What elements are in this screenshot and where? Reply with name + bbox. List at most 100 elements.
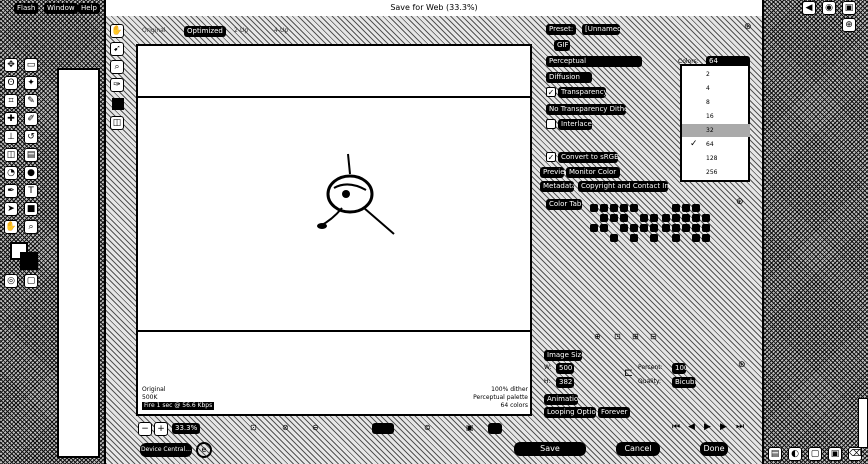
color-swatch[interactable]: [682, 224, 690, 232]
convert-srgb-checkbox[interactable]: ✓: [546, 152, 556, 162]
brush-tool-icon[interactable]: ✐: [24, 112, 38, 126]
play-icon[interactable]: ▶: [704, 422, 711, 432]
color-swatch[interactable]: [630, 224, 638, 232]
color-swatch[interactable]: [692, 204, 700, 212]
menu-flash[interactable]: Flash: [14, 3, 39, 14]
zoom-level[interactable]: 33.3%: [172, 423, 201, 434]
path-select-icon[interactable]: ➤: [4, 202, 18, 216]
color-swatch[interactable]: [590, 224, 598, 232]
slice-tool-icon[interactable]: ✎: [24, 94, 38, 108]
panel-icon-3[interactable]: ▣: [842, 1, 856, 15]
screen-mode-icon[interactable]: ▢: [24, 274, 38, 288]
interlaced-checkbox[interactable]: [546, 119, 556, 129]
crop-tool-icon[interactable]: ⌗: [4, 94, 18, 108]
preset-select[interactable]: [Unnamed]: [582, 24, 620, 35]
colors-option[interactable]: 256: [682, 166, 750, 179]
quality-select[interactable]: Bicubic: [672, 377, 696, 388]
last-frame-icon[interactable]: ⏭: [736, 422, 744, 432]
color-swatch[interactable]: [630, 204, 638, 212]
height-field[interactable]: 382: [556, 377, 574, 388]
color-swatch[interactable]: [650, 234, 658, 242]
color-swatch[interactable]: [672, 204, 680, 212]
shape-tool-icon[interactable]: ■: [24, 202, 38, 216]
web-shift-icon[interactable]: ⊕: [594, 332, 601, 341]
color-swatch[interactable]: [600, 224, 608, 232]
color-swatch[interactable]: [682, 214, 690, 222]
background-color-swatch[interactable]: [20, 252, 38, 270]
blur-tool-icon[interactable]: ◔: [4, 166, 18, 180]
stamp-tool-icon[interactable]: ⊥: [4, 130, 18, 144]
zoom-tool-icon[interactable]: ⌕: [24, 220, 38, 234]
panel-icon-2[interactable]: ◉: [822, 1, 836, 15]
color-swatch[interactable]: [610, 234, 618, 242]
tab-2up[interactable]: 2-Up: [234, 27, 248, 34]
preview-select[interactable]: Monitor Color: [566, 167, 620, 178]
zoom-icon[interactable]: ⌕: [110, 60, 124, 74]
color-swatch[interactable]: [662, 224, 670, 232]
type-tool-icon[interactable]: T: [24, 184, 38, 198]
color-swatch[interactable]: [620, 214, 628, 222]
next-frame-icon[interactable]: ▶: [720, 422, 727, 432]
colors-option[interactable]: 8: [682, 96, 750, 109]
preview-canvas[interactable]: Original 500K Fire 1 sec @ 56.6 Kbps 100…: [136, 44, 532, 416]
image-size-tab[interactable]: Image Size: [544, 350, 582, 361]
delete-color-icon[interactable]: ⊟: [650, 332, 657, 341]
constrain-link-icon[interactable]: ⊏: [624, 366, 633, 379]
format-select[interactable]: GIF: [554, 40, 570, 51]
slice-select-icon[interactable]: ➹: [110, 42, 124, 56]
colors-option[interactable]: 4: [682, 82, 750, 95]
move-tool-icon[interactable]: ✥: [4, 58, 18, 72]
layer-icon-2[interactable]: ◐: [788, 447, 802, 461]
color-swatch[interactable]: [672, 234, 680, 242]
dodge-tool-icon[interactable]: ●: [24, 166, 38, 180]
history-brush-icon[interactable]: ↺: [24, 130, 38, 144]
color-swatch[interactable]: [640, 214, 648, 222]
layer-icon-1[interactable]: ▤: [768, 447, 782, 461]
panel-icon-4[interactable]: ⊕: [842, 18, 856, 32]
hand-tool-icon[interactable]: ✋: [4, 220, 18, 234]
color-swatch[interactable]: [702, 234, 710, 242]
color-swatch[interactable]: [650, 214, 658, 222]
color-swatch[interactable]: [640, 224, 648, 232]
pen-tool-icon[interactable]: ✒: [4, 184, 18, 198]
matte-select[interactable]: No Transparency Dither: [546, 104, 626, 115]
layer-icon-3[interactable]: ▢: [808, 447, 822, 461]
color-swatch[interactable]: [682, 204, 690, 212]
hand-icon[interactable]: ✋: [110, 24, 124, 38]
color-swatch[interactable]: [672, 214, 680, 222]
color-table-tab[interactable]: Color Table: [546, 199, 582, 210]
tab-4up[interactable]: 4-Up: [274, 27, 288, 34]
trash-icon[interactable]: ⌫: [848, 447, 862, 461]
colors-option-selected[interactable]: ✓ 64: [682, 138, 750, 151]
browser-preview-icon[interactable]: e: [196, 442, 212, 458]
first-frame-icon[interactable]: ⏮: [672, 422, 680, 432]
save-button[interactable]: Save: [514, 442, 586, 456]
panel-icon-1[interactable]: ◀: [802, 1, 816, 15]
dither-select[interactable]: Diffusion: [546, 72, 592, 83]
quick-mask-icon[interactable]: ◎: [4, 274, 18, 288]
color-swatch[interactable]: [600, 214, 608, 222]
reduction-select[interactable]: Perceptual: [546, 56, 642, 67]
gradient-tool-icon[interactable]: ▤: [24, 148, 38, 162]
zoom-out-icon[interactable]: −: [138, 422, 152, 436]
prev-frame-icon[interactable]: ◀: [688, 422, 695, 432]
lasso-tool-icon[interactable]: ʘ: [4, 76, 18, 90]
color-swatch[interactable]: [590, 204, 598, 212]
color-swatch[interactable]: [610, 204, 618, 212]
animation-tab[interactable]: Animation: [544, 394, 578, 405]
lock-color-icon[interactable]: ⊡: [614, 332, 621, 341]
color-swatch[interactable]: [620, 204, 628, 212]
image-size-menu-icon[interactable]: ⊛: [738, 360, 746, 370]
colors-option[interactable]: 16: [682, 110, 750, 123]
looping-select[interactable]: Forever: [598, 407, 630, 418]
slice-visibility-icon[interactable]: ◫: [110, 116, 124, 130]
color-table[interactable]: [590, 204, 720, 244]
tab-optimized[interactable]: Optimized: [184, 26, 226, 37]
right-app-scrollbar[interactable]: [858, 398, 868, 448]
color-swatch[interactable]: [620, 224, 628, 232]
color-swatch[interactable]: [702, 214, 710, 222]
color-swatch[interactable]: [692, 234, 700, 242]
width-field[interactable]: 500: [556, 363, 574, 374]
transparency-checkbox[interactable]: ✓: [546, 87, 556, 97]
eyedropper-color-icon[interactable]: [112, 98, 124, 110]
